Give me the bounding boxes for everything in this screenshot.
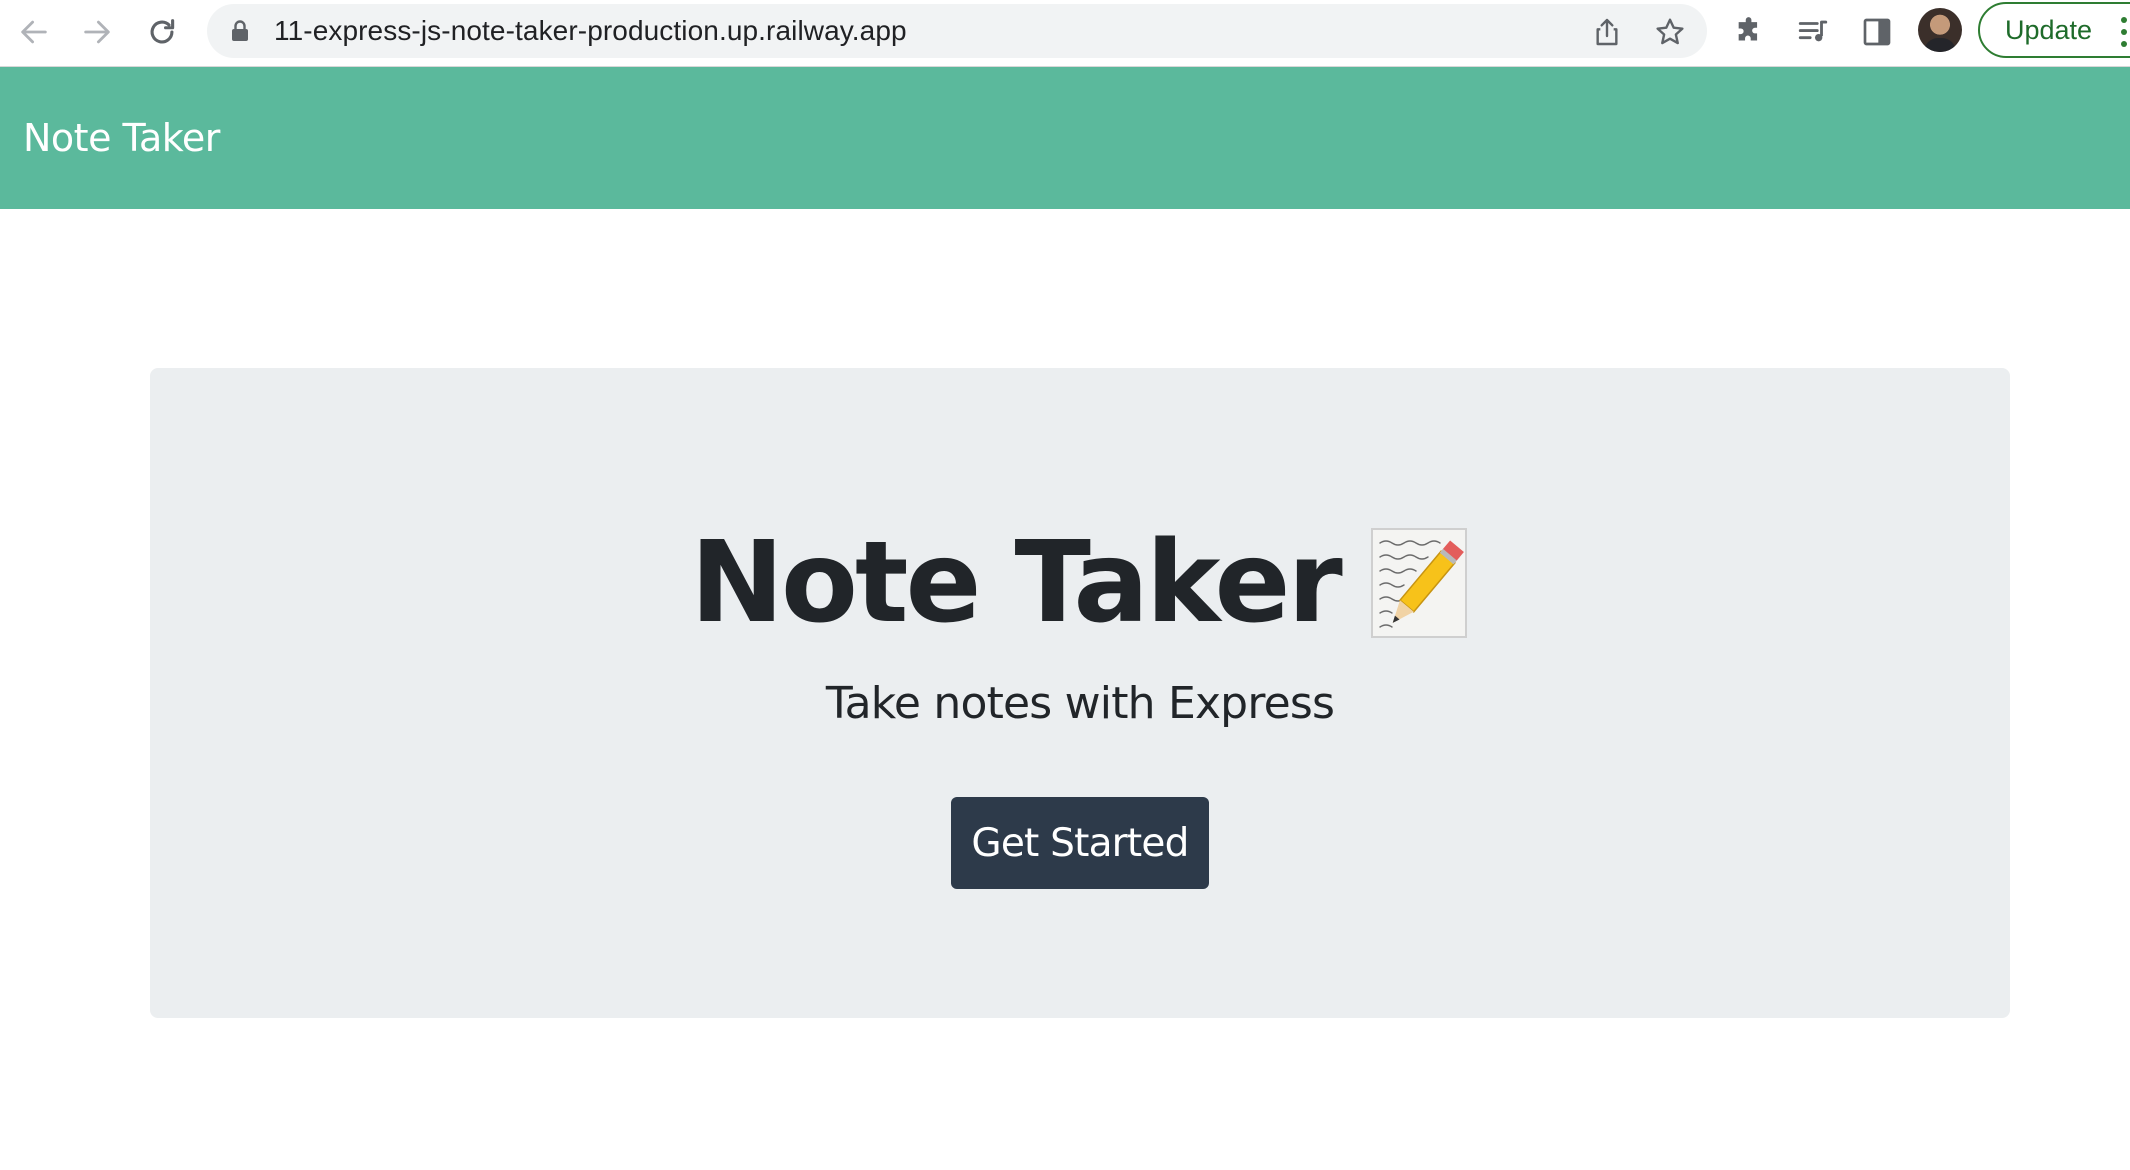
- memo-pencil-icon: [1370, 527, 1470, 639]
- url-text[interactable]: 11-express-js-note-taker-production.up.r…: [274, 4, 907, 58]
- avatar[interactable]: [1918, 8, 1962, 52]
- reload-icon[interactable]: [142, 12, 182, 52]
- side-panel-icon[interactable]: [1857, 12, 1897, 52]
- puzzle-icon[interactable]: [1730, 12, 1770, 52]
- hero-subtitle: Take notes with Express: [825, 678, 1335, 729]
- forward-arrow-icon[interactable]: [77, 12, 117, 52]
- lock-icon[interactable]: [231, 20, 249, 47]
- star-icon[interactable]: [1654, 16, 1686, 48]
- back-arrow-icon[interactable]: [14, 12, 54, 52]
- hero-panel: Note Taker Take notes with Express Get S…: [150, 368, 2010, 1018]
- get-started-button[interactable]: Get Started: [951, 797, 1209, 889]
- address-bar[interactable]: 11-express-js-note-taker-production.up.r…: [207, 4, 1707, 58]
- browser-toolbar: 11-express-js-note-taker-production.up.r…: [0, 0, 2130, 67]
- app-navbar: Note Taker: [0, 67, 2130, 209]
- navbar-brand-link[interactable]: Note Taker: [23, 67, 220, 209]
- reading-list-icon[interactable]: [1793, 12, 1833, 52]
- hero-heading-row: Note Taker: [150, 498, 2010, 668]
- hero-title: Note Taker: [690, 518, 1342, 648]
- update-button[interactable]: Update: [1978, 2, 2130, 58]
- kebab-menu-icon[interactable]: [2118, 14, 2130, 50]
- share-icon[interactable]: [1591, 16, 1623, 48]
